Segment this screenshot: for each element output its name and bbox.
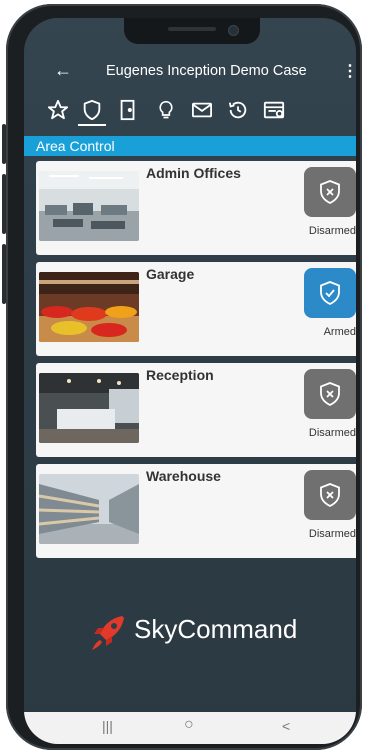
shield-x-icon: [320, 483, 340, 508]
star-icon: [47, 99, 69, 120]
area-name: Admin Offices: [146, 165, 241, 181]
door-icon: [120, 99, 135, 121]
back-button[interactable]: <: [282, 718, 290, 734]
side-button: [2, 174, 6, 234]
speaker: [168, 27, 216, 31]
side-button: [2, 244, 6, 304]
area-card[interactable]: Admin Offices Disarmed: [36, 161, 356, 255]
tab-lights[interactable]: [152, 96, 180, 124]
arm-toggle-button[interactable]: [304, 268, 356, 318]
shield-icon: [83, 99, 101, 121]
app-title: Eugenes Inception Demo Case: [106, 63, 307, 79]
history-icon: [228, 101, 247, 119]
disarm-toggle-button[interactable]: [304, 167, 356, 217]
area-photo: [39, 272, 139, 342]
status-label: Disarmed: [308, 225, 356, 237]
area-name: Warehouse: [146, 468, 221, 484]
tab-security[interactable]: [78, 96, 106, 126]
tab-doors[interactable]: [114, 96, 142, 124]
shield-x-icon: [320, 180, 340, 205]
mail-icon: [192, 102, 212, 118]
side-button: [2, 124, 6, 164]
phone-frame: ← Eugenes Inception Demo Case ⋮ Area Con…: [2, 4, 362, 750]
recents-button[interactable]: |||: [102, 718, 113, 734]
app-bar: ← Eugenes Inception Demo Case ⋮: [24, 56, 356, 88]
arrow-left-icon[interactable]: ←: [54, 60, 72, 81]
brand-name: SkyCommand: [134, 614, 298, 644]
tab-messages[interactable]: [188, 96, 216, 124]
status-label: Armed: [323, 326, 356, 338]
area-name: Reception: [146, 367, 214, 383]
status-label: Disarmed: [308, 528, 356, 540]
camera: [228, 25, 239, 36]
area-photo: [39, 474, 139, 544]
tab-bar: [24, 94, 356, 128]
status-label: Disarmed: [308, 427, 356, 439]
tab-history[interactable]: [224, 96, 252, 124]
rocket-icon: [92, 616, 124, 650]
more-vertical-icon[interactable]: ⋮: [342, 61, 356, 81]
area-card[interactable]: Reception Disarmed: [36, 363, 356, 457]
area-name: Garage: [146, 266, 195, 282]
area-photo: [39, 373, 139, 443]
disarm-toggle-button[interactable]: [304, 470, 356, 520]
shield-check-icon: [320, 281, 340, 306]
tab-favorites[interactable]: [44, 96, 72, 124]
brand-logo: SkyCommand: [88, 612, 328, 652]
tab-schedule[interactable]: [260, 96, 288, 124]
home-button[interactable]: ○: [184, 716, 194, 734]
disarm-toggle-button[interactable]: [304, 369, 356, 419]
area-card[interactable]: Warehouse Disarmed: [36, 464, 356, 558]
system-nav-bar: ||| ○ <: [24, 712, 356, 744]
notch: [124, 18, 260, 44]
area-photo: [39, 171, 139, 241]
shield-x-icon: [320, 382, 340, 407]
section-header: Area Control: [24, 136, 356, 156]
area-card[interactable]: Garage Armed: [36, 262, 356, 356]
screen: ← Eugenes Inception Demo Case ⋮ Area Con…: [24, 18, 356, 744]
lightbulb-icon: [159, 100, 173, 119]
calendar-icon: [263, 101, 285, 119]
